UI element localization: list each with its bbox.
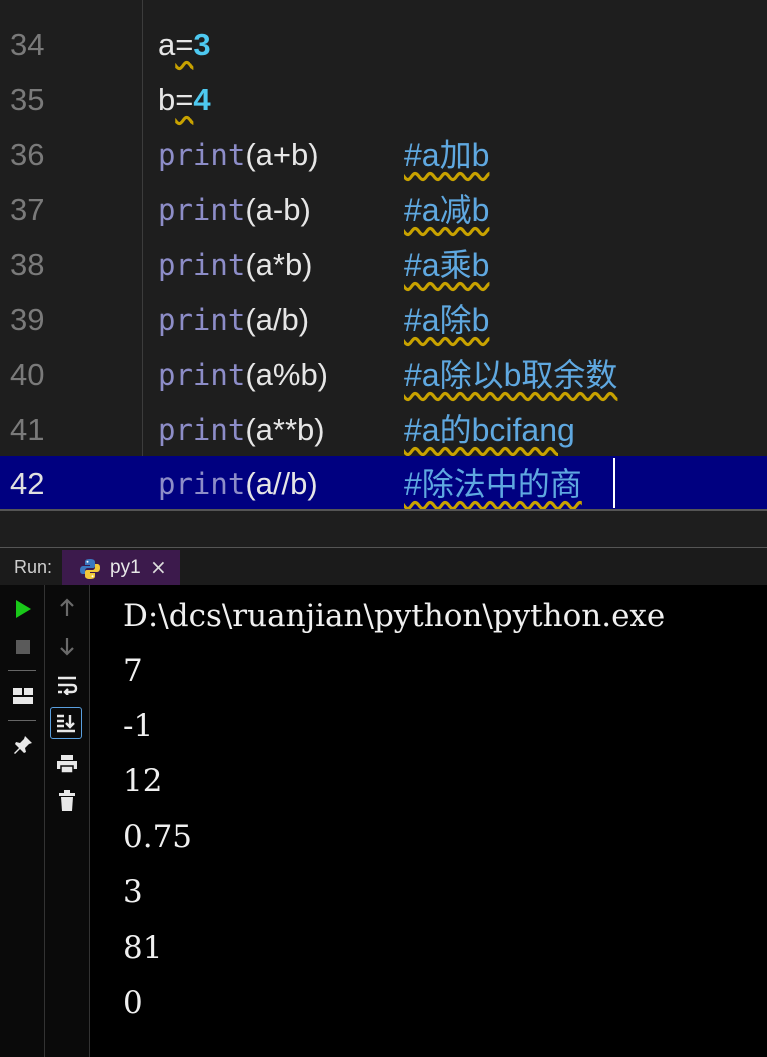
- console-line: 3: [123, 874, 143, 910]
- toolbar-separator: [8, 670, 36, 671]
- soft-wrap-icon[interactable]: [52, 670, 82, 700]
- code-line-38[interactable]: 38 print(a*b) #a乘b: [0, 237, 767, 292]
- line-number: 38: [10, 247, 45, 282]
- line-number: 37: [10, 192, 45, 227]
- code-text: print(a**b): [158, 412, 325, 447]
- code-text: print(a*b): [158, 247, 313, 282]
- pin-icon[interactable]: [8, 730, 38, 760]
- run-label: Run:: [14, 557, 53, 577]
- line-number: 35: [10, 82, 45, 117]
- code-text: print(a+b): [158, 137, 319, 172]
- line-number: 36: [10, 137, 45, 172]
- code-comment: #a加b: [404, 137, 490, 173]
- scroll-to-end-icon[interactable]: [50, 707, 82, 739]
- console-output[interactable]: D:\dcs\ruanjian\python\python.exe 7 -1 1…: [90, 585, 767, 1057]
- print-icon[interactable]: [52, 749, 82, 779]
- close-icon[interactable]: ×: [150, 555, 167, 579]
- code-comment: #a乘b: [404, 247, 490, 283]
- stop-icon[interactable]: [8, 632, 38, 662]
- line-number: 42: [10, 466, 45, 501]
- code-line-37[interactable]: 37 print(a-b) #a减b: [0, 182, 767, 237]
- code-text: print(a%b): [158, 357, 329, 392]
- console-line: 0: [123, 985, 143, 1021]
- layout-icon[interactable]: [8, 681, 38, 711]
- code-line-41[interactable]: 41 print(a**b) #a的bcifang: [0, 402, 767, 457]
- code-line-34[interactable]: 34 a=3: [0, 17, 767, 72]
- code-line-39[interactable]: 39 print(a/b) #a除b: [0, 292, 767, 347]
- code-comment: #a减b: [404, 192, 490, 228]
- code-text: print(a-b): [158, 192, 311, 227]
- console-line: 7: [123, 653, 143, 689]
- code-text: print(a//b): [158, 466, 318, 501]
- code-line-36[interactable]: 36 print(a+b) #a加b: [0, 127, 767, 182]
- console-line: 12: [123, 763, 163, 799]
- run-toolbar-primary: [0, 585, 45, 1057]
- trash-icon[interactable]: [52, 786, 82, 816]
- code-comment: #a除b: [404, 302, 490, 338]
- editor-spacer: [0, 511, 767, 547]
- code-editor[interactable]: 34 a=3 35 b=4 36 print(a+b) #a加b 37 prin…: [0, 0, 767, 511]
- console-line: 0.75: [123, 819, 193, 855]
- code-text: b=4: [158, 82, 211, 117]
- run-tool-window-header: Run: py1 ×: [0, 547, 767, 586]
- toolbar-separator: [8, 720, 36, 721]
- code-text: a=3: [158, 27, 211, 62]
- play-icon[interactable]: [8, 594, 38, 624]
- run-toolbar-secondary: [45, 585, 90, 1057]
- run-tab-label: py1: [110, 557, 141, 578]
- console-line: -1: [123, 708, 154, 744]
- code-comment: #a的bcifang: [404, 412, 575, 448]
- code-line-40[interactable]: 40 print(a%b) #a除以b取余数: [0, 347, 767, 402]
- python-icon: [79, 558, 101, 584]
- line-number: 40: [10, 357, 45, 392]
- code-text: print(a/b): [158, 302, 310, 337]
- line-number: 34: [10, 27, 45, 62]
- console-line-path: D:\dcs\ruanjian\python\python.exe: [123, 598, 666, 634]
- arrow-up-icon[interactable]: [52, 593, 82, 623]
- arrow-down-icon[interactable]: [52, 631, 82, 661]
- run-tab-py1[interactable]: py1 ×: [62, 550, 180, 586]
- line-number: 41: [10, 412, 45, 447]
- console-line: 81: [123, 930, 163, 966]
- code-line-35[interactable]: 35 b=4: [0, 72, 767, 127]
- line-number: 39: [10, 302, 45, 337]
- code-line-42-current[interactable]: 42 print(a//b) #除法中的商: [0, 456, 767, 511]
- code-comment: #a除以b取余数: [404, 357, 618, 393]
- code-comment: #除法中的商: [404, 466, 582, 502]
- text-caret: [613, 458, 615, 508]
